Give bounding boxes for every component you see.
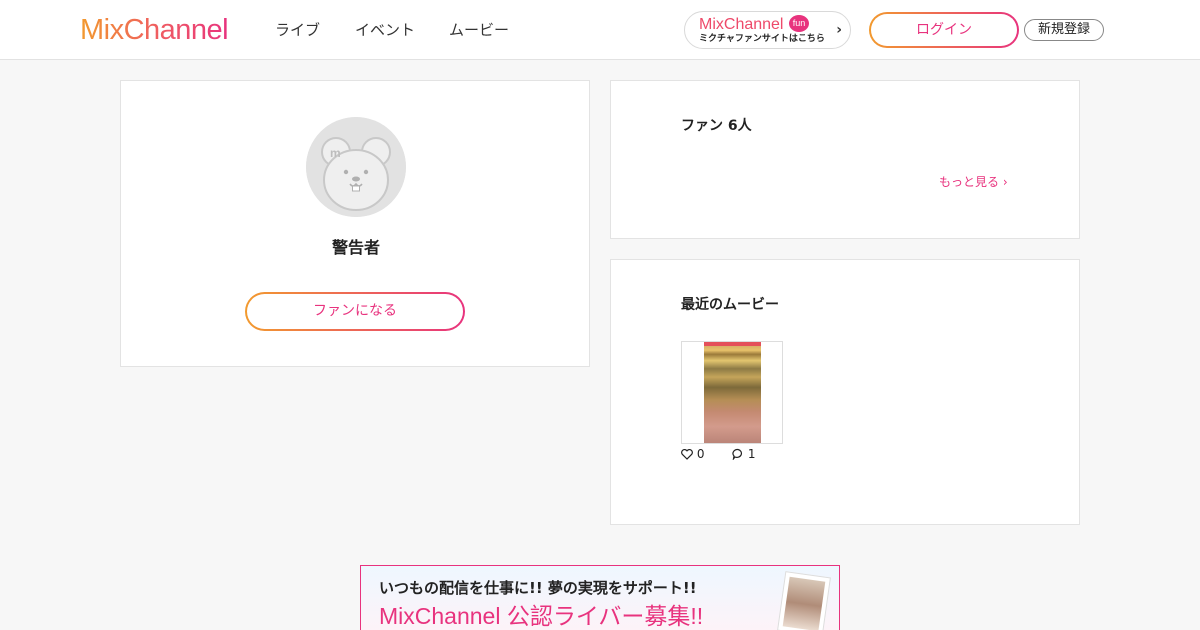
chevron-right-icon: › [836, 22, 842, 38]
see-more-link[interactable]: もっと見る › [939, 174, 1008, 190]
comments-count: 1 [747, 447, 756, 461]
nav-live[interactable]: ライブ [275, 20, 320, 40]
see-more-label: もっと見る [939, 175, 1000, 189]
promo-tagline: いつもの配信を仕事に!! 夢の実現をサポート!! [379, 579, 697, 597]
chevron-right-icon: › [999, 175, 1008, 189]
site-header: MixChannel ライブ イベント ムービー MixChannel fun … [0, 0, 1200, 60]
fans-title: ファン 6人 [681, 118, 752, 134]
fan-site-subtitle: ミクチャファンサイトはこちら [699, 34, 825, 44]
nav-movie[interactable]: ムービー [449, 20, 509, 40]
register-button[interactable]: 新規登録 [1024, 19, 1104, 41]
site-logo[interactable]: MixChannel [80, 14, 229, 46]
likes-stat: 0 [681, 446, 704, 462]
movie-thumbnail[interactable] [681, 341, 783, 444]
promo-photo [777, 571, 831, 630]
bear-avatar-icon: m [306, 117, 406, 217]
username: 警告者 [331, 238, 380, 257]
recent-movies-title: 最近のムービー [681, 297, 779, 313]
fun-badge: fun [789, 15, 809, 32]
movie-thumbnail-image [704, 342, 761, 443]
nav-event[interactable]: イベント [355, 20, 415, 40]
profile-card: m 警告者 ファンになる [120, 80, 590, 367]
promo-headline: MixChannel 公認ライバー募集!! [379, 603, 704, 629]
fans-card: ファン 6人 もっと見る › [610, 80, 1080, 239]
comment-icon [732, 448, 742, 461]
likes-count: 0 [696, 447, 705, 461]
become-fan-button[interactable]: ファンになる [245, 292, 465, 331]
login-button[interactable]: ログイン [869, 12, 1019, 48]
heart-icon [681, 448, 693, 460]
svg-text:m: m [330, 146, 341, 160]
fan-site-banner[interactable]: MixChannel fun ミクチャファンサイトはこちら › [684, 11, 851, 49]
recent-movies-card: 最近のムービー 0 1 [610, 259, 1080, 525]
fan-site-logo: MixChannel [699, 16, 784, 33]
comments-stat: 1 [732, 446, 755, 462]
liver-recruit-banner[interactable]: いつもの配信を仕事に!! 夢の実現をサポート!! MixChannel 公認ライ… [360, 565, 840, 630]
